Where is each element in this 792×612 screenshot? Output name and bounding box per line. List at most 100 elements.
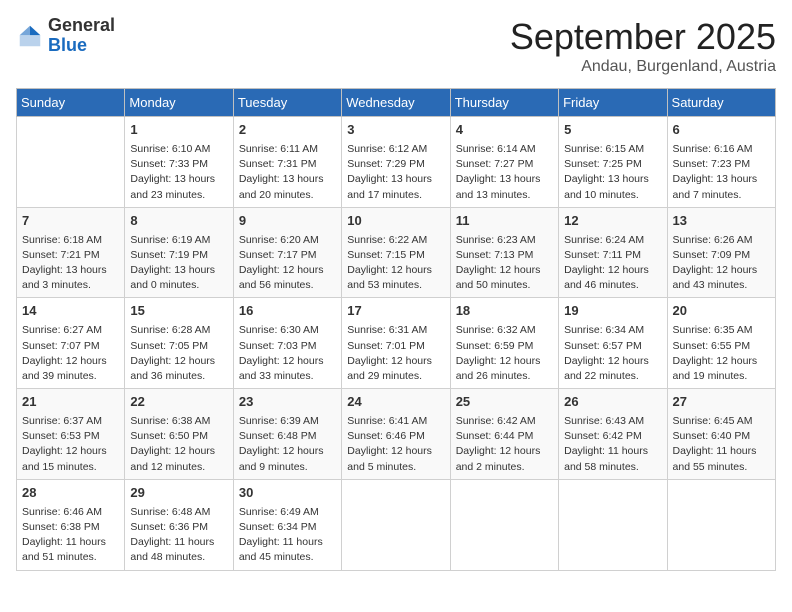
header-cell-tuesday: Tuesday xyxy=(233,89,341,117)
header-row: SundayMondayTuesdayWednesdayThursdayFrid… xyxy=(17,89,776,117)
logo-text: General Blue xyxy=(48,16,115,56)
header-cell-monday: Monday xyxy=(125,89,233,117)
calendar-cell: 10 Sunrise: 6:22 AM Sunset: 7:15 PM Dayli… xyxy=(342,207,450,298)
day-number: 25 xyxy=(456,393,553,412)
day-info: Sunrise: 6:28 AM Sunset: 7:05 PM Dayligh… xyxy=(130,323,227,384)
header-cell-saturday: Saturday xyxy=(667,89,775,117)
day-number: 30 xyxy=(239,484,336,503)
day-number: 13 xyxy=(673,212,770,231)
day-number: 10 xyxy=(347,212,444,231)
day-number: 24 xyxy=(347,393,444,412)
day-info: Sunrise: 6:35 AM Sunset: 6:55 PM Dayligh… xyxy=(673,323,770,384)
logo: General Blue xyxy=(16,16,115,56)
calendar-cell: 5 Sunrise: 6:15 AM Sunset: 7:25 PM Daylig… xyxy=(559,117,667,208)
calendar-cell: 16 Sunrise: 6:30 AM Sunset: 7:03 PM Dayli… xyxy=(233,298,341,389)
day-info: Sunrise: 6:18 AM Sunset: 7:21 PM Dayligh… xyxy=(22,233,119,294)
day-number: 11 xyxy=(456,212,553,231)
calendar-cell xyxy=(450,479,558,570)
location-title: Andau, Burgenland, Austria xyxy=(510,58,776,76)
calendar-cell: 27 Sunrise: 6:45 AM Sunset: 6:40 PM Dayli… xyxy=(667,389,775,480)
day-number: 3 xyxy=(347,121,444,140)
day-number: 27 xyxy=(673,393,770,412)
day-info: Sunrise: 6:45 AM Sunset: 6:40 PM Dayligh… xyxy=(673,414,770,475)
day-number: 15 xyxy=(130,302,227,321)
calendar-cell: 1 Sunrise: 6:10 AM Sunset: 7:33 PM Daylig… xyxy=(125,117,233,208)
header-cell-sunday: Sunday xyxy=(17,89,125,117)
calendar-table: SundayMondayTuesdayWednesdayThursdayFrid… xyxy=(16,88,776,571)
day-info: Sunrise: 6:38 AM Sunset: 6:50 PM Dayligh… xyxy=(130,414,227,475)
calendar-cell xyxy=(17,117,125,208)
week-row-0: 1 Sunrise: 6:10 AM Sunset: 7:33 PM Daylig… xyxy=(17,117,776,208)
day-info: Sunrise: 6:22 AM Sunset: 7:15 PM Dayligh… xyxy=(347,233,444,294)
day-info: Sunrise: 6:15 AM Sunset: 7:25 PM Dayligh… xyxy=(564,142,661,203)
calendar-cell: 3 Sunrise: 6:12 AM Sunset: 7:29 PM Daylig… xyxy=(342,117,450,208)
calendar-cell: 9 Sunrise: 6:20 AM Sunset: 7:17 PM Daylig… xyxy=(233,207,341,298)
day-info: Sunrise: 6:41 AM Sunset: 6:46 PM Dayligh… xyxy=(347,414,444,475)
header-cell-friday: Friday xyxy=(559,89,667,117)
day-number: 18 xyxy=(456,302,553,321)
calendar-cell: 29Sunrise: 6:48 AM Sunset: 6:36 PM Dayli… xyxy=(125,479,233,570)
week-row-1: 7Sunrise: 6:18 AM Sunset: 7:21 PM Daylig… xyxy=(17,207,776,298)
calendar-cell xyxy=(559,479,667,570)
day-info: Sunrise: 6:20 AM Sunset: 7:17 PM Dayligh… xyxy=(239,233,336,294)
header-cell-thursday: Thursday xyxy=(450,89,558,117)
week-row-2: 14 Sunrise: 6:27 AM Sunset: 7:07 PM Dayli… xyxy=(17,298,776,389)
calendar-cell: 19Sunrise: 6:34 AM Sunset: 6:57 PM Dayli… xyxy=(559,298,667,389)
calendar-cell: 15 Sunrise: 6:28 AM Sunset: 7:05 PM Dayli… xyxy=(125,298,233,389)
day-info: Sunrise: 6:11 AM Sunset: 7:31 PM Dayligh… xyxy=(239,142,336,203)
day-number: 12 xyxy=(564,212,661,231)
calendar-cell: 21Sunrise: 6:37 AM Sunset: 6:53 PM Dayli… xyxy=(17,389,125,480)
day-number: 9 xyxy=(239,212,336,231)
day-number: 22 xyxy=(130,393,227,412)
day-info: Sunrise: 6:27 AM Sunset: 7:07 PM Dayligh… xyxy=(22,323,119,384)
week-row-4: 28 Sunrise: 6:46 AM Sunset: 6:38 PM Dayli… xyxy=(17,479,776,570)
calendar-cell: 13 Sunrise: 6:26 AM Sunset: 7:09 PM Dayli… xyxy=(667,207,775,298)
calendar-cell: 30 Sunrise: 6:49 AM Sunset: 6:34 PM Dayli… xyxy=(233,479,341,570)
day-number: 26 xyxy=(564,393,661,412)
calendar-cell: 26 Sunrise: 6:43 AM Sunset: 6:42 PM Dayli… xyxy=(559,389,667,480)
day-info: Sunrise: 6:24 AM Sunset: 7:11 PM Dayligh… xyxy=(564,233,661,294)
day-info: Sunrise: 6:10 AM Sunset: 7:33 PM Dayligh… xyxy=(130,142,227,203)
calendar-cell xyxy=(667,479,775,570)
day-number: 5 xyxy=(564,121,661,140)
day-info: Sunrise: 6:39 AM Sunset: 6:48 PM Dayligh… xyxy=(239,414,336,475)
day-info: Sunrise: 6:23 AM Sunset: 7:13 PM Dayligh… xyxy=(456,233,553,294)
day-number: 29 xyxy=(130,484,227,503)
day-info: Sunrise: 6:12 AM Sunset: 7:29 PM Dayligh… xyxy=(347,142,444,203)
calendar-cell: 4Sunrise: 6:14 AM Sunset: 7:27 PM Daylig… xyxy=(450,117,558,208)
day-info: Sunrise: 6:49 AM Sunset: 6:34 PM Dayligh… xyxy=(239,505,336,566)
calendar-cell: 11 Sunrise: 6:23 AM Sunset: 7:13 PM Dayli… xyxy=(450,207,558,298)
logo-icon xyxy=(16,22,44,50)
calendar-cell: 8Sunrise: 6:19 AM Sunset: 7:19 PM Daylig… xyxy=(125,207,233,298)
calendar-cell: 17Sunrise: 6:31 AM Sunset: 7:01 PM Dayli… xyxy=(342,298,450,389)
day-info: Sunrise: 6:46 AM Sunset: 6:38 PM Dayligh… xyxy=(22,505,119,566)
calendar-cell: 25Sunrise: 6:42 AM Sunset: 6:44 PM Dayli… xyxy=(450,389,558,480)
day-info: Sunrise: 6:19 AM Sunset: 7:19 PM Dayligh… xyxy=(130,233,227,294)
day-number: 14 xyxy=(22,302,119,321)
calendar-cell: 7Sunrise: 6:18 AM Sunset: 7:21 PM Daylig… xyxy=(17,207,125,298)
calendar-cell: 2Sunrise: 6:11 AM Sunset: 7:31 PM Daylig… xyxy=(233,117,341,208)
day-info: Sunrise: 6:16 AM Sunset: 7:23 PM Dayligh… xyxy=(673,142,770,203)
calendar-cell: 20Sunrise: 6:35 AM Sunset: 6:55 PM Dayli… xyxy=(667,298,775,389)
logo-general: General xyxy=(48,15,115,35)
day-number: 16 xyxy=(239,302,336,321)
title-block: September 2025 Andau, Burgenland, Austri… xyxy=(510,16,776,76)
calendar-cell: 14 Sunrise: 6:27 AM Sunset: 7:07 PM Dayli… xyxy=(17,298,125,389)
day-number: 28 xyxy=(22,484,119,503)
day-info: Sunrise: 6:26 AM Sunset: 7:09 PM Dayligh… xyxy=(673,233,770,294)
calendar-cell: 12 Sunrise: 6:24 AM Sunset: 7:11 PM Dayli… xyxy=(559,207,667,298)
calendar-cell: 6 Sunrise: 6:16 AM Sunset: 7:23 PM Daylig… xyxy=(667,117,775,208)
calendar-header: SundayMondayTuesdayWednesdayThursdayFrid… xyxy=(17,89,776,117)
month-title: September 2025 xyxy=(510,16,776,58)
day-number: 6 xyxy=(673,121,770,140)
calendar-body: 1 Sunrise: 6:10 AM Sunset: 7:33 PM Daylig… xyxy=(17,117,776,571)
calendar-cell xyxy=(342,479,450,570)
calendar-cell: 18Sunrise: 6:32 AM Sunset: 6:59 PM Dayli… xyxy=(450,298,558,389)
day-info: Sunrise: 6:43 AM Sunset: 6:42 PM Dayligh… xyxy=(564,414,661,475)
calendar-cell: 22 Sunrise: 6:38 AM Sunset: 6:50 PM Dayli… xyxy=(125,389,233,480)
calendar-cell: 23Sunrise: 6:39 AM Sunset: 6:48 PM Dayli… xyxy=(233,389,341,480)
calendar-cell: 28 Sunrise: 6:46 AM Sunset: 6:38 PM Dayli… xyxy=(17,479,125,570)
day-number: 1 xyxy=(130,121,227,140)
day-info: Sunrise: 6:30 AM Sunset: 7:03 PM Dayligh… xyxy=(239,323,336,384)
calendar-cell: 24 Sunrise: 6:41 AM Sunset: 6:46 PM Dayli… xyxy=(342,389,450,480)
